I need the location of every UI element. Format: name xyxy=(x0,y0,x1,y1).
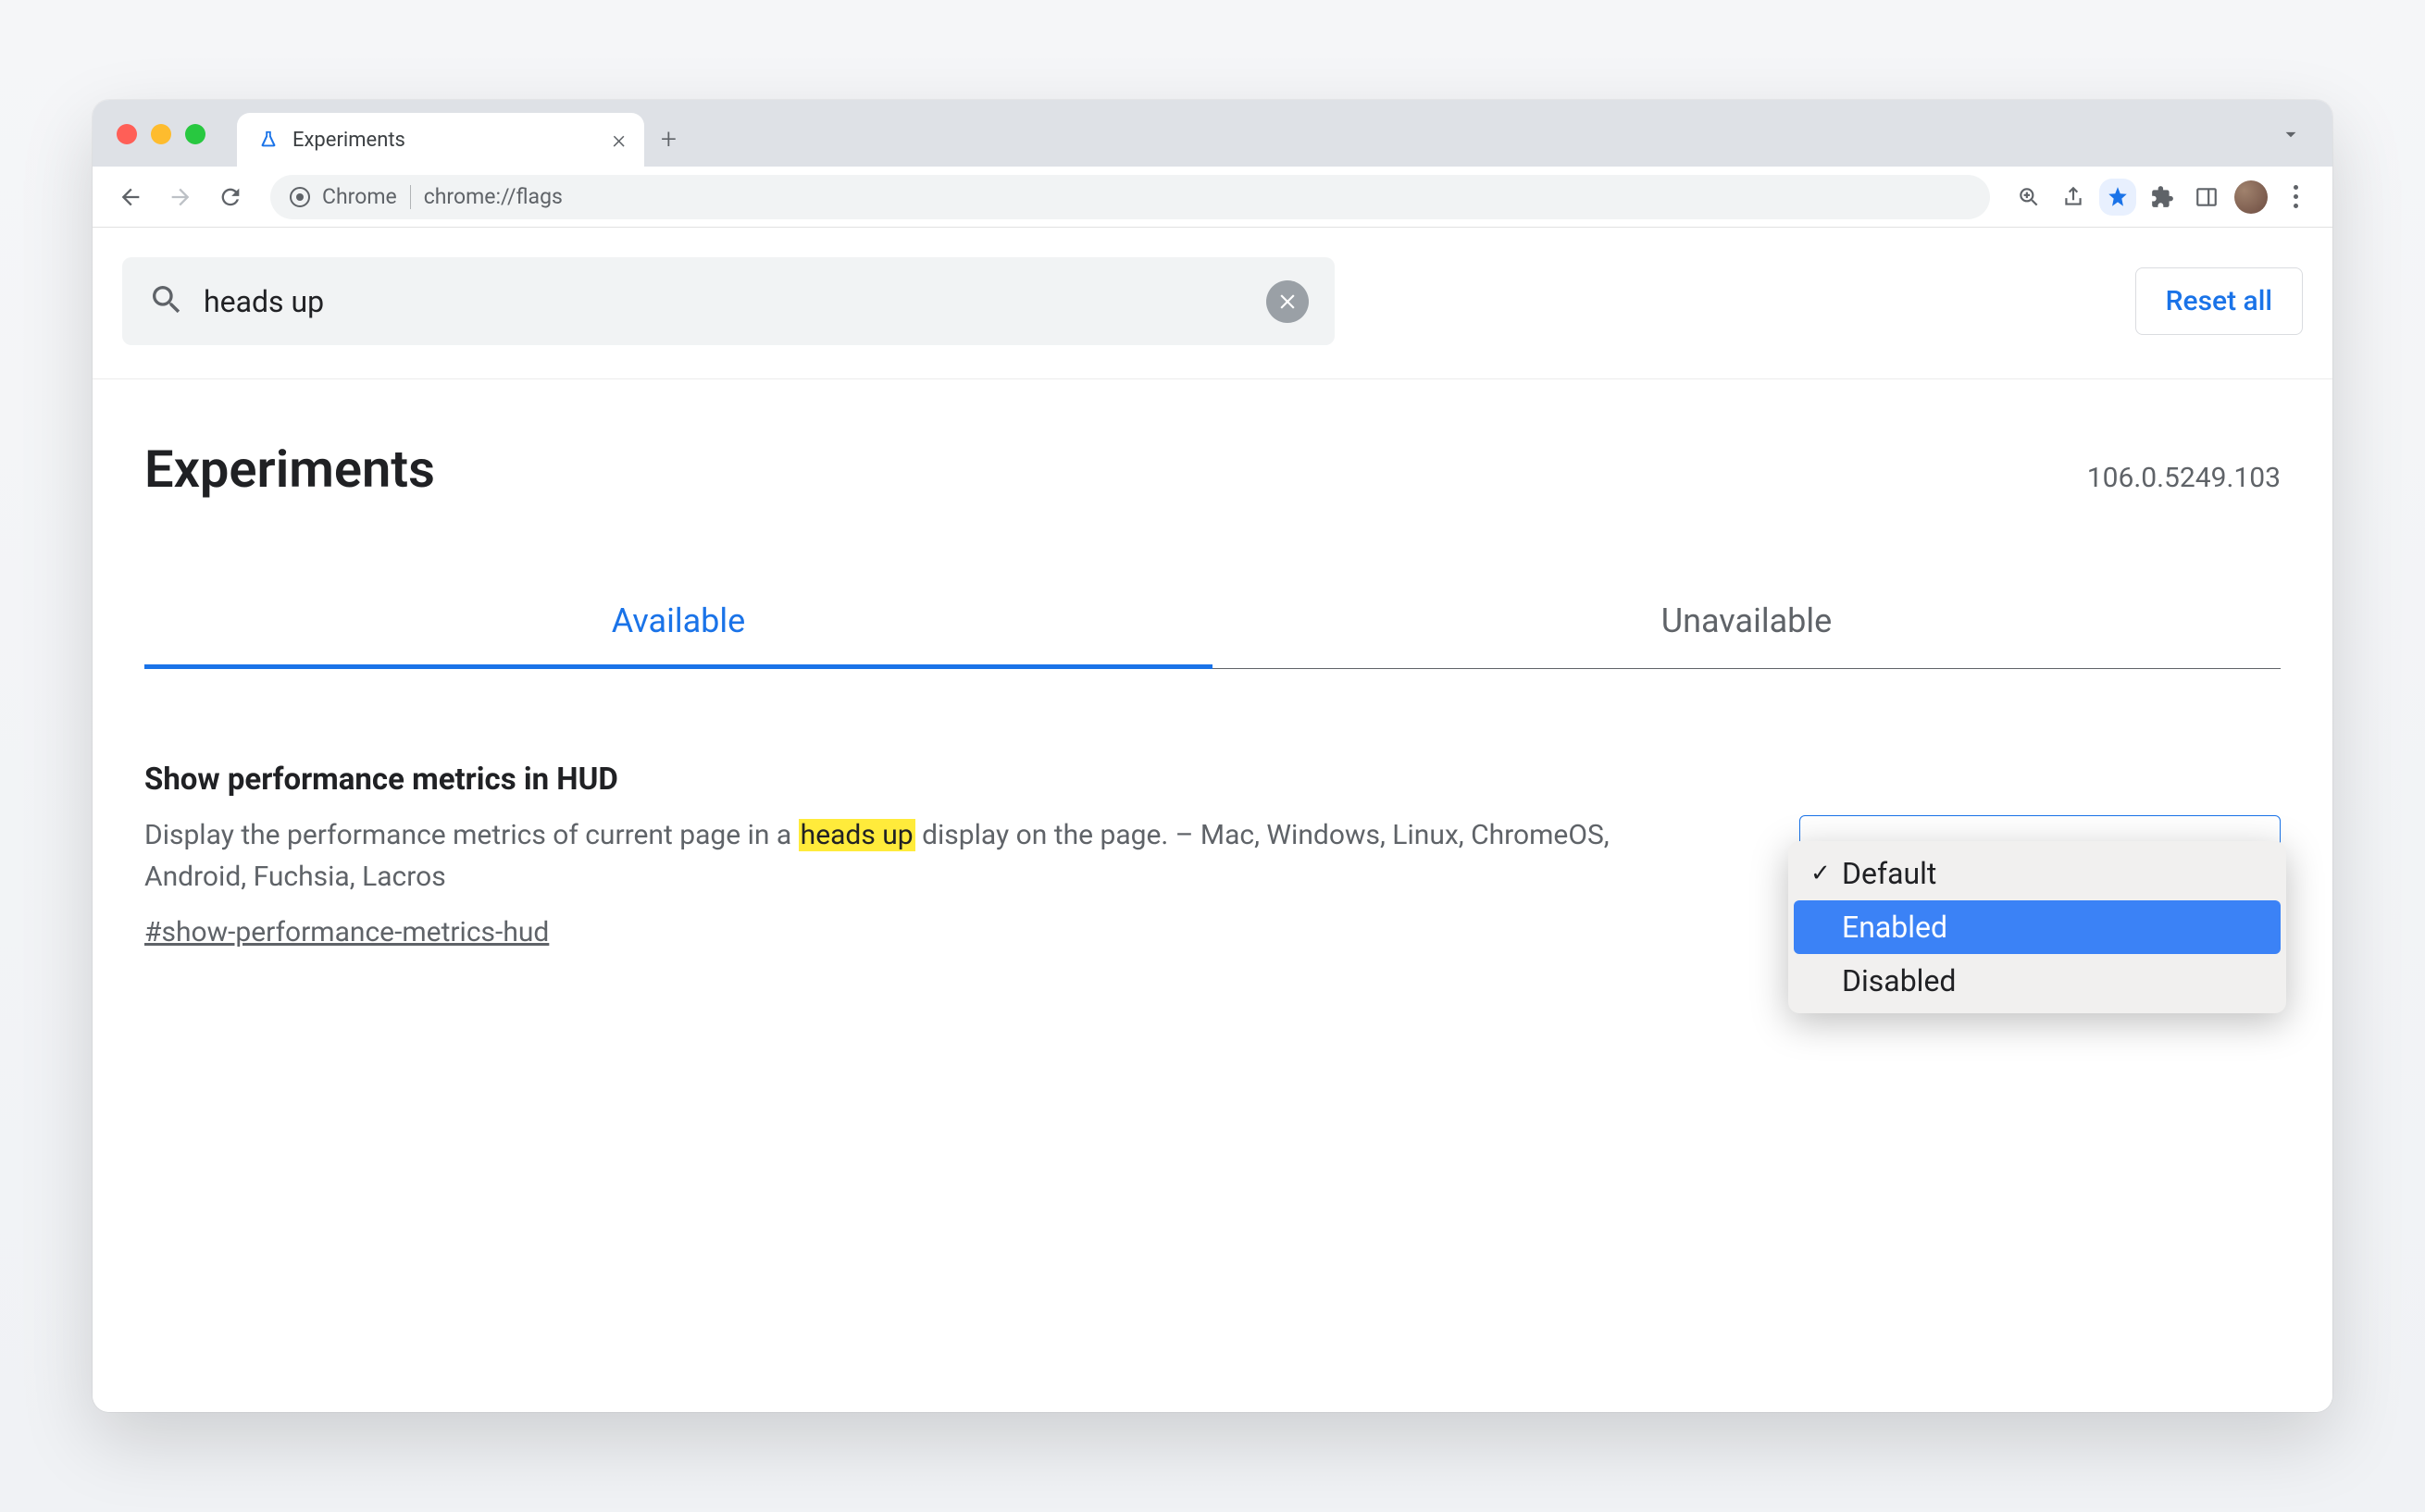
browser-tab[interactable]: Experiments × xyxy=(237,113,644,167)
profile-avatar[interactable] xyxy=(2232,179,2270,216)
menu-button[interactable] xyxy=(2277,179,2314,216)
bookmark-icon[interactable] xyxy=(2099,179,2136,216)
dropdown-menu: ✓ Default Enabled Disabled xyxy=(1788,841,2286,1013)
address-url: chrome://flags xyxy=(424,184,563,209)
version-label: 106.0.5249.103 xyxy=(2087,462,2281,494)
search-highlight: heads up xyxy=(799,819,915,851)
chrome-icon xyxy=(289,186,311,208)
search-box xyxy=(122,257,1335,345)
toolbar-actions xyxy=(2010,179,2314,216)
tab-unavailable[interactable]: Unavailable xyxy=(1212,601,2281,668)
close-window-button[interactable] xyxy=(117,124,137,144)
window-controls xyxy=(117,124,205,144)
close-tab-button[interactable]: × xyxy=(612,127,626,153)
reload-button[interactable] xyxy=(211,178,250,217)
tab-available[interactable]: Available xyxy=(144,601,1212,668)
flag-anchor-link[interactable]: #show-performance-metrics-hud xyxy=(144,916,549,948)
clear-search-button[interactable] xyxy=(1266,280,1309,323)
extensions-icon[interactable] xyxy=(2144,179,2181,216)
share-icon[interactable] xyxy=(2055,179,2092,216)
tab-overflow-button[interactable] xyxy=(2279,122,2303,150)
search-icon xyxy=(148,281,185,322)
page-content: Reset all Experiments 106.0.5249.103 Ava… xyxy=(93,228,2332,1412)
flag-description: Display the performance metrics of curre… xyxy=(144,814,1707,898)
reset-all-button[interactable]: Reset all xyxy=(2135,267,2303,335)
address-text: Chrome chrome://flags xyxy=(322,184,563,209)
page-title: Experiments xyxy=(144,439,435,500)
maximize-window-button[interactable] xyxy=(185,124,205,144)
flask-icon xyxy=(257,129,280,151)
flag-item: Show performance metrics in HUD Display … xyxy=(144,762,2281,948)
zoom-icon[interactable] xyxy=(2010,179,2047,216)
tab-title: Experiments xyxy=(292,129,599,152)
flag-control: ✓ Default Enabled Disabled xyxy=(1799,815,2281,873)
dropdown-option-enabled[interactable]: Enabled xyxy=(1794,900,2281,954)
forward-button[interactable] xyxy=(161,178,200,217)
search-input[interactable] xyxy=(204,284,1248,319)
dropdown-option-disabled[interactable]: Disabled xyxy=(1794,954,2281,1008)
toolbar: Chrome chrome://flags xyxy=(93,167,2332,228)
back-button[interactable] xyxy=(111,178,150,217)
search-section: Reset all xyxy=(93,228,2332,379)
tabs: Available Unavailable xyxy=(144,601,2281,669)
minimize-window-button[interactable] xyxy=(151,124,171,144)
dropdown-option-default[interactable]: ✓ Default xyxy=(1794,847,2281,900)
flag-title: Show performance metrics in HUD xyxy=(144,762,1707,798)
address-bar[interactable]: Chrome chrome://flags xyxy=(270,175,1990,219)
main-content: Experiments 106.0.5249.103 Available Una… xyxy=(93,379,2332,1008)
new-tab-button[interactable]: + xyxy=(661,126,677,154)
browser-window: Experiments × + Chrome chrome://flags xyxy=(93,100,2332,1412)
address-label: Chrome xyxy=(322,184,397,209)
address-divider xyxy=(410,185,411,209)
sidepanel-icon[interactable] xyxy=(2188,179,2225,216)
check-icon: ✓ xyxy=(1810,860,1831,887)
tab-bar: Experiments × + xyxy=(93,100,2332,167)
